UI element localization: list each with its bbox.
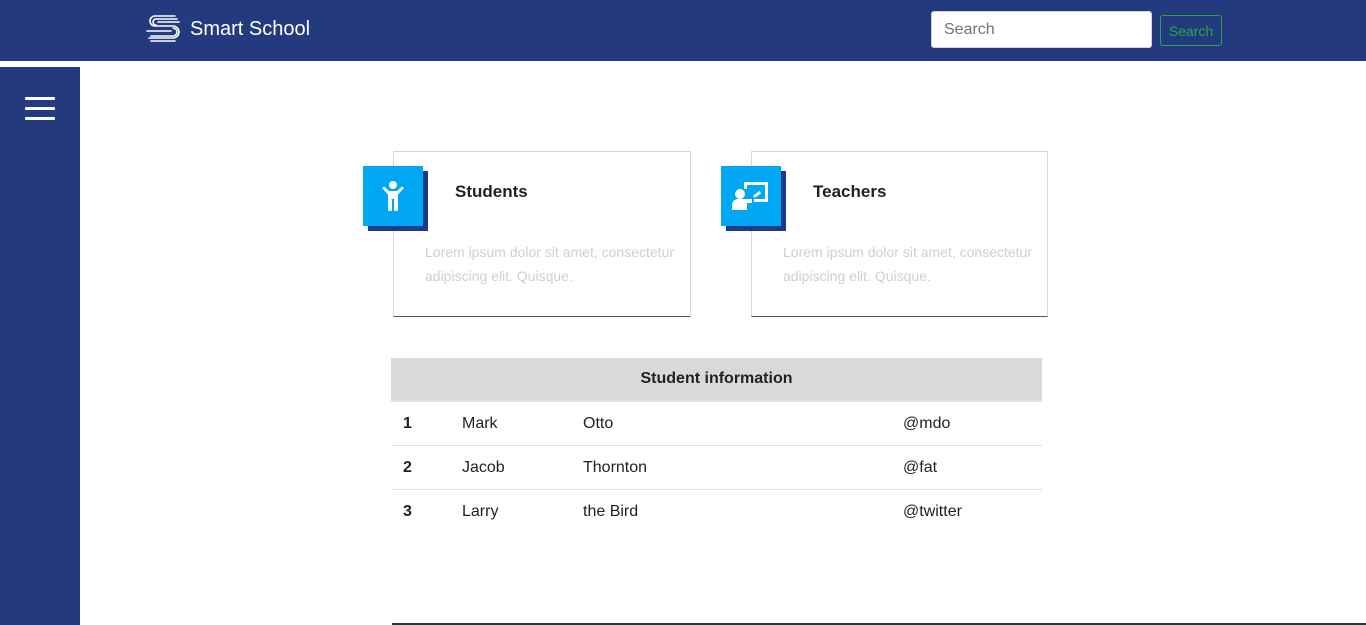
- first-name: Mark: [462, 415, 498, 432]
- top-navbar: Smart School Search: [0, 0, 1366, 61]
- search-input[interactable]: [931, 11, 1152, 48]
- card-description: Lorem ipsum dolor sit amet, consectetur …: [425, 244, 674, 284]
- table-title: Student information: [391, 358, 1042, 402]
- last-name: Thornton: [583, 459, 648, 476]
- row-number: 1: [403, 415, 412, 432]
- hamburger-menu-icon[interactable]: [25, 97, 55, 121]
- students-card[interactable]: Students Lorem ipsum dolor sit amet, con…: [363, 151, 691, 317]
- last-name: Otto: [583, 415, 614, 432]
- presentation-icon: [721, 166, 781, 226]
- search-button[interactable]: Search: [1160, 15, 1222, 46]
- first-name: Jacob: [462, 459, 505, 476]
- handle: @mdo: [903, 415, 951, 432]
- table-row: 3 Larry the Bird @twitter: [391, 490, 1042, 533]
- brand-name: Smart School: [190, 17, 311, 40]
- handle: @twitter: [903, 503, 962, 520]
- card-description: Lorem ipsum dolor sit amet, consectetur …: [783, 244, 1032, 284]
- brand[interactable]: Smart School: [145, 13, 310, 45]
- teachers-card[interactable]: Teachers Lorem ipsum dolor sit amet, con…: [721, 151, 1048, 317]
- sidebar: [0, 67, 80, 625]
- logo-icon: [146, 15, 180, 42]
- student-info-table: Student information 1 Mark Otto @mdo 2 J…: [391, 358, 1042, 533]
- table-row: 1 Mark Otto @mdo: [391, 402, 1042, 446]
- card-title: Students: [455, 182, 528, 201]
- row-number: 2: [403, 459, 412, 476]
- last-name: the Bird: [583, 503, 639, 520]
- table-row: 2 Jacob Thornton @fat: [391, 446, 1042, 490]
- first-name: Larry: [462, 503, 499, 520]
- card-title: Teachers: [813, 182, 887, 201]
- row-number: 3: [403, 503, 412, 520]
- child-icon: [363, 166, 423, 226]
- handle: @fat: [903, 459, 938, 476]
